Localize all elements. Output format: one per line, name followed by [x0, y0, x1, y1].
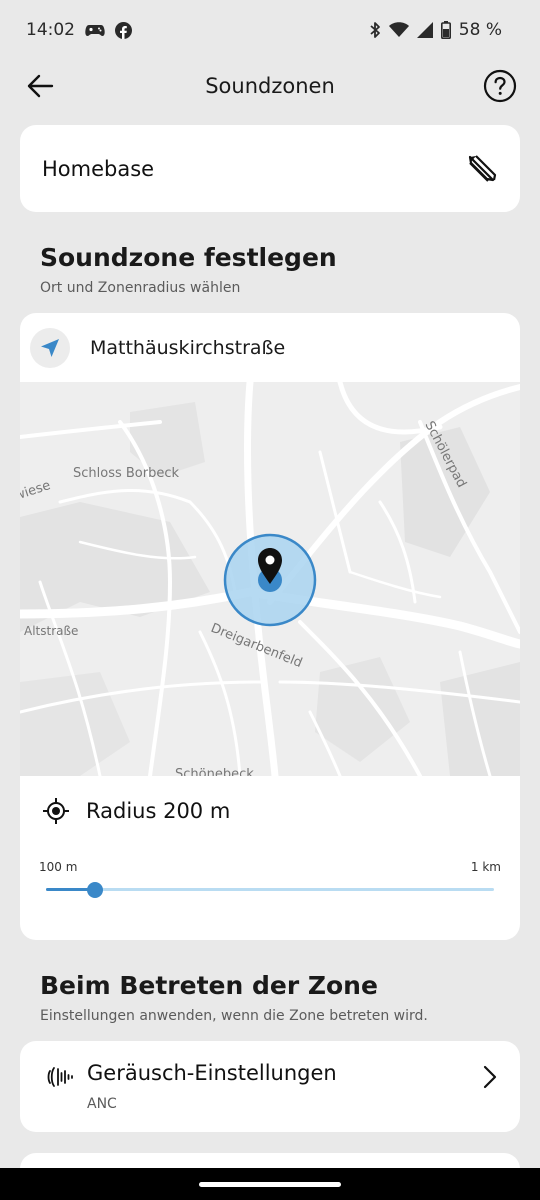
map-label-schloss: Schloss Borbeck [73, 466, 179, 481]
enter-zone-section-subtitle: Einstellungen anwenden, wenn die Zone be… [40, 1008, 428, 1024]
enter-zone-section-title: Beim Betreten der Zone [40, 971, 378, 1000]
facebook-icon [115, 21, 132, 39]
edit-pencil-icon[interactable] [466, 153, 498, 185]
top-app-bar: Soundzonen [0, 60, 540, 112]
slider-min-label: 100 m [39, 860, 78, 874]
map-label-altstrasse: Altstraße [24, 624, 78, 638]
radius-row: Radius 200 m [42, 797, 230, 825]
back-button[interactable] [22, 68, 58, 104]
chevron-right-icon [478, 1063, 502, 1091]
zone-name: Homebase [42, 156, 155, 181]
radius-label: Radius 200 m [86, 799, 231, 823]
radius-slider[interactable] [46, 881, 494, 899]
slider-max-label: 1 km [470, 860, 501, 874]
slider-thumb[interactable] [87, 882, 104, 898]
soundzone-section-title: Soundzone festlegen [40, 243, 337, 272]
home-gesture-handle[interactable] [199, 1182, 341, 1187]
status-right: 58 % [369, 20, 502, 40]
status-time: 14:02 [26, 20, 75, 40]
location-text: Matthäuskirchstraße [90, 336, 286, 359]
noise-settings-title: Geräusch-Einstellungen [87, 1061, 337, 1085]
status-bar: 14:02 58 % [0, 0, 540, 60]
zone-name-card[interactable]: Homebase [20, 125, 520, 212]
soundzone-section-subtitle: Ort und Zonenradius wählen [40, 280, 241, 296]
status-left: 14:02 [26, 20, 132, 40]
navigation-arrow-icon [41, 338, 59, 357]
system-nav-bar [0, 1168, 540, 1200]
bluetooth-icon [369, 21, 381, 39]
slider-track [46, 888, 494, 891]
location-button[interactable] [30, 327, 70, 368]
battery-icon [440, 21, 451, 39]
soundzone-map-card: Matthäuskirchstraße Schloss Borbeck Schö… [20, 313, 520, 940]
page-title: Soundzonen [205, 74, 335, 98]
game-controller-icon [85, 22, 105, 38]
location-row[interactable]: Matthäuskirchstraße [20, 313, 520, 382]
arrow-left-icon [27, 74, 54, 98]
wifi-icon [388, 22, 409, 38]
cellular-signal-icon [416, 22, 433, 38]
help-button[interactable] [482, 68, 518, 104]
map-canvas: Schloss Borbeck Schölerpad wiese Altstra… [20, 378, 520, 782]
noise-settings-value: ANC [87, 1096, 117, 1112]
gps-target-icon [43, 798, 69, 824]
map-view[interactable]: Schloss Borbeck Schölerpad wiese Altstra… [20, 378, 520, 782]
battery-percent: 58 % [458, 20, 502, 40]
noise-settings-card[interactable]: Geräusch-Einstellungen ANC [20, 1041, 520, 1132]
help-icon [483, 69, 517, 103]
noise-waveform-icon [44, 1063, 76, 1091]
map-label-schonebeck: Schönebeck [175, 767, 254, 776]
